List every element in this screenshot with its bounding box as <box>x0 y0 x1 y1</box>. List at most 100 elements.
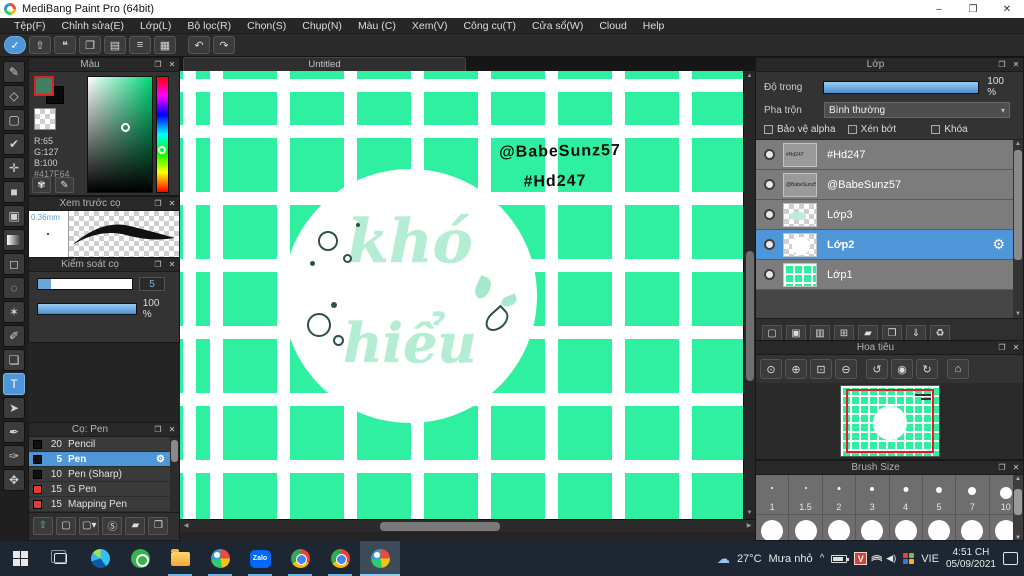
fit-screen-icon[interactable]: ⊡ <box>810 359 832 379</box>
menu-tools[interactable]: Công cụ(T) <box>455 20 524 32</box>
brush-folder-icon[interactable]: ▰ <box>125 516 146 535</box>
upload-brush-icon[interactable]: ⇧ <box>33 516 53 535</box>
new-brush-icon[interactable]: ▢ <box>56 516 76 535</box>
blend-mode-select[interactable]: Bình thường ▾ <box>824 102 1010 118</box>
gradient-tool-icon[interactable] <box>3 229 25 251</box>
scroll-up-icon[interactable]: ▲ <box>744 71 755 82</box>
list-icon[interactable]: ≡ <box>129 36 151 54</box>
navigator-thumbnail[interactable] <box>839 385 940 457</box>
taskbar-file-explorer[interactable] <box>160 541 200 576</box>
palette-icon[interactable]: ✾ <box>32 177 51 193</box>
navigator-view-rect[interactable] <box>845 389 934 453</box>
scroll-left-icon[interactable]: ◀ <box>180 520 192 533</box>
shape-tool-icon[interactable]: ▢ <box>3 109 25 131</box>
brush-size-4[interactable]: 4 <box>889 475 923 515</box>
zoom-tool-icon[interactable]: ⊙ <box>760 359 782 379</box>
taskbar-medibang-active[interactable] <box>360 541 400 576</box>
fill-rect-tool-icon[interactable]: ■ <box>3 181 25 203</box>
menu-layer[interactable]: Lớp(L) <box>132 20 179 32</box>
layer-opacity-slider[interactable] <box>822 80 980 94</box>
pen-tool-icon[interactable]: ✎ <box>3 61 25 83</box>
language-indicator[interactable]: VIE <box>921 553 939 565</box>
eyedropper-tool-icon[interactable]: ✒ <box>3 421 25 443</box>
reset-rotation-icon[interactable]: ◉ <box>891 359 913 379</box>
taskbar-chrome[interactable] <box>280 541 320 576</box>
brush-size-2[interactable]: 2 <box>822 475 857 515</box>
material-grid-icon[interactable]: ▦ <box>154 36 176 54</box>
sv-marker[interactable] <box>121 123 131 132</box>
popout-icon[interactable]: ❐ <box>995 343 1009 352</box>
edit-palette-icon[interactable]: ✎ <box>55 177 74 193</box>
divide-tool-icon[interactable]: ✑ <box>3 445 25 467</box>
menu-snap[interactable]: Chụp(N) <box>294 20 350 32</box>
taskbar-zalo[interactable]: Zalo <box>240 541 280 576</box>
scrollbar-thumb[interactable] <box>171 440 178 462</box>
brush-list-scrollbar[interactable] <box>170 437 179 512</box>
task-view-button[interactable] <box>40 541 80 576</box>
taskbar-edge[interactable] <box>80 541 120 576</box>
clipping-checkbox[interactable]: Xén bớt <box>847 124 932 135</box>
select-tool-icon[interactable]: ◻ <box>3 253 25 275</box>
menu-edit[interactable]: Chỉnh sửa(E) <box>54 20 132 32</box>
select-pen-tool-icon[interactable]: ✐ <box>3 325 25 347</box>
canvas-vertical-scrollbar[interactable]: ▲ ▼ <box>743 71 755 519</box>
menu-help[interactable]: Help <box>635 20 673 32</box>
popout-icon[interactable]: ❐ <box>151 260 165 269</box>
brush-row-pencil[interactable]: 20 Pencil <box>29 437 179 452</box>
brush-row-pen[interactable]: 5 Pen ⚙ <box>29 452 179 467</box>
add-brush-dropdown-icon[interactable]: ▢▾ <box>79 516 100 535</box>
lock-checkbox[interactable]: Khóa <box>931 124 1015 135</box>
tray-expand-icon[interactable]: ^ <box>820 553 825 564</box>
hand-tool-icon[interactable]: ✥ <box>3 469 25 491</box>
wifi-icon[interactable]: ))) <box>871 556 883 561</box>
scrollbar-thumb[interactable] <box>1014 150 1022 260</box>
layer-visibility-icon[interactable] <box>764 179 775 190</box>
protect-alpha-checkbox[interactable]: Bảo vệ alpha <box>764 124 848 135</box>
brush-size-row2-cell[interactable] <box>890 515 923 540</box>
brush-size-row2-cell[interactable] <box>756 515 790 540</box>
brush-size-slider[interactable] <box>37 278 133 290</box>
weather-cloud-icon[interactable]: ☁ <box>717 551 730 567</box>
redo-icon[interactable]: ↷ <box>213 36 235 54</box>
layer-visibility-icon[interactable] <box>764 149 775 160</box>
close-panel-icon[interactable]: ✕ <box>165 425 179 434</box>
popout-icon[interactable]: ❐ <box>995 463 1009 472</box>
layer-visibility-icon[interactable] <box>764 269 775 280</box>
operation-tool-icon[interactable]: ✔ <box>3 133 25 155</box>
brush-size-1[interactable]: 1 <box>756 475 790 515</box>
close-panel-icon[interactable]: ✕ <box>1009 60 1023 69</box>
menu-view[interactable]: Xem(V) <box>404 20 456 32</box>
zoom-out-icon[interactable]: ⊖ <box>835 359 857 379</box>
brush-settings-gear-icon[interactable]: ⚙ <box>156 454 165 465</box>
brush-size-row2-cell[interactable] <box>956 515 990 540</box>
brush-size-row2-cell[interactable] <box>856 515 890 540</box>
canvas-horizontal-scrollbar[interactable]: ◀ ▶ <box>180 519 755 532</box>
scroll-down-icon[interactable]: ▼ <box>1013 311 1023 317</box>
zoom-in-icon[interactable]: ⊕ <box>785 359 807 379</box>
layer-row-lop3[interactable]: Lớp3 <box>756 200 1023 230</box>
document-icon[interactable]: ▤ <box>104 36 126 54</box>
taskbar-medibang[interactable] <box>200 541 240 576</box>
close-button[interactable]: ✕ <box>990 0 1024 18</box>
eraser-tool-icon[interactable]: ◇ <box>3 85 25 107</box>
popout-icon[interactable]: ❐ <box>151 425 165 434</box>
speaker-icon[interactable]: ◀) <box>886 553 896 564</box>
canvas-tab[interactable]: Untitled <box>183 57 466 71</box>
brush-size-row2-cell[interactable] <box>923 515 957 540</box>
taskbar-coccoc[interactable] <box>120 541 160 576</box>
rotate-right-icon[interactable]: ↻ <box>916 359 938 379</box>
brush-size-3[interactable]: 3 <box>856 475 890 515</box>
script-brush-icon[interactable]: Ⓢ <box>102 516 123 535</box>
rotate-left-icon[interactable]: ↺ <box>866 359 888 379</box>
close-panel-icon[interactable]: ✕ <box>1009 463 1023 472</box>
popout-icon[interactable]: ❐ <box>995 60 1009 69</box>
start-button[interactable] <box>0 541 40 576</box>
menu-select[interactable]: Chọn(S) <box>239 20 294 32</box>
close-panel-icon[interactable]: ✕ <box>165 60 179 69</box>
saturation-value-picker[interactable] <box>87 76 153 193</box>
close-panel-icon[interactable]: ✕ <box>1009 343 1023 352</box>
brush-row-mapping-pen[interactable]: 15 Mapping Pen <box>29 497 179 512</box>
menu-filter[interactable]: Bộ lọc(R) <box>179 20 239 32</box>
unikey-icon[interactable]: V <box>854 552 868 565</box>
hue-slider[interactable] <box>156 76 169 193</box>
